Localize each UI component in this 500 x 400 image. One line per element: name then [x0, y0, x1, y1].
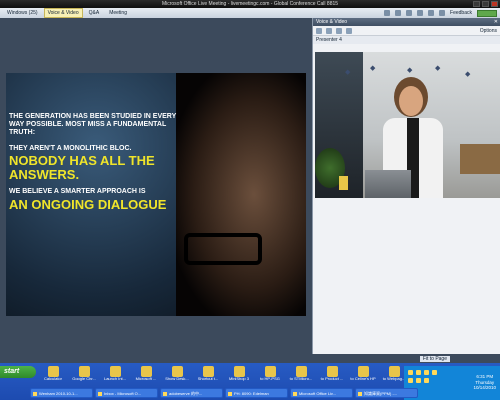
folder-icon	[357, 366, 369, 377]
folder-icon	[264, 366, 276, 377]
speaker-icon[interactable]	[326, 27, 332, 34]
laptop	[365, 170, 411, 198]
security-icon[interactable]	[424, 370, 429, 375]
shortcut-product[interactable]: to Product ...	[319, 366, 345, 381]
clock-date: 10/14/2010	[473, 385, 496, 391]
slide-highlight-1: NOBODY HAS ALL THE ANSWERS.	[9, 153, 155, 182]
shortcut-calculator[interactable]: Calculator	[40, 366, 66, 381]
slide-line-1: THE GENERATION HAS BEEN STUDIED IN EVERY…	[9, 113, 177, 137]
printer-icon[interactable]	[408, 378, 413, 383]
connection-status-bar	[477, 9, 497, 17]
folder-icon	[388, 366, 400, 377]
pen-icon[interactable]	[395, 10, 402, 16]
tab-meeting[interactable]: Meeting	[105, 8, 131, 18]
voice-video-header: Voice & Video ✕	[313, 18, 500, 26]
full-screen-icon[interactable]	[439, 10, 446, 16]
tab-voice-video[interactable]: Voice & Video	[43, 8, 83, 18]
slide-highlight-2: AN ONGOING DIALOGUE	[9, 196, 167, 212]
tab-qa[interactable]: Q&A	[85, 8, 104, 18]
network-icon[interactable]	[408, 370, 413, 375]
tray-app-icon[interactable]	[432, 370, 437, 375]
bluetooth-icon[interactable]	[416, 378, 421, 383]
zoom-select[interactable]: Fit to Page	[419, 355, 450, 362]
slide-photo-glasses	[184, 233, 262, 265]
taskbar-item[interactable]: PH: 8090: Edelman	[225, 388, 288, 398]
webcam-video: ◆ ◆ ◆ ◆ ◆	[315, 52, 500, 198]
calculator-icon	[47, 366, 59, 377]
shortcut-celines-hp[interactable]: to Celine's HP	[350, 366, 376, 381]
volume-icon[interactable]	[416, 370, 421, 375]
presenter-label: Presenter 4	[313, 36, 500, 44]
maximize-button[interactable]	[482, 1, 489, 7]
outlook-icon	[140, 366, 152, 377]
clock-time: 6:31 PM	[476, 374, 494, 379]
shortcut-chrome[interactable]: Google Chr...	[71, 366, 97, 381]
system-clock[interactable]: 6:31 PM Thursday 10/14/2010	[473, 374, 496, 391]
attendees-icon[interactable]	[406, 10, 413, 16]
folder-icon	[326, 366, 338, 377]
browser-icon	[109, 366, 121, 377]
taskbar-item[interactable]: adobeserve 的中...	[160, 388, 223, 398]
window-controls	[473, 1, 498, 7]
shortcut-shortcut[interactable]: Shortcut t...	[195, 366, 221, 381]
window-title-bar: Microsoft Office Live Meeting - livemeet…	[0, 0, 500, 8]
voice-video-title: Voice & Video	[316, 19, 348, 25]
close-button[interactable]	[491, 1, 498, 7]
slide-line-3: WE BELIEVE A SMARTER APPROACH IS	[9, 188, 146, 196]
view-controls: Fit to Page	[0, 354, 500, 363]
shortcut-hp-psg[interactable]: to HP-PSG	[257, 366, 283, 381]
options-menu[interactable]: Options	[480, 28, 497, 34]
taskbar-item[interactable]: Inbox - Microsoft O...	[95, 388, 158, 398]
desktop-icon	[171, 366, 183, 377]
handout-icon[interactable]	[417, 10, 424, 16]
chrome-icon	[78, 366, 90, 377]
shortcut-minishop[interactable]: MiniShop 3	[226, 366, 252, 381]
app-icon	[233, 366, 245, 377]
shortcut-stmicro[interactable]: to STMicro...	[288, 366, 314, 381]
shortcut-icon	[202, 366, 214, 377]
feedback-link[interactable]: Feedback	[450, 10, 472, 16]
camera-icon[interactable]	[346, 27, 352, 34]
shortcut-launch-ie[interactable]: Launch Int...	[102, 366, 128, 381]
minimize-button[interactable]	[473, 1, 480, 7]
voice-video-toolbar: Options	[313, 26, 500, 36]
tab-windows[interactable]: Windows (25)	[3, 8, 42, 18]
window-title: Microsoft Office Live Meeting - livemeet…	[161, 1, 339, 7]
shortcut-microsoft[interactable]: Microsoft ...	[133, 366, 159, 381]
taskbar-item[interactable]: Wenham 2010-10-1...	[30, 388, 93, 398]
close-icon[interactable]: ✕	[494, 18, 498, 26]
folder-icon	[295, 366, 307, 377]
update-icon[interactable]	[424, 378, 429, 383]
slide-line-2: THEY AREN'T A MONOLITHIC BLOC.	[9, 145, 132, 153]
taskbar-item[interactable]: 知識庫資(PPM) -...	[355, 388, 418, 398]
system-tray: 6:31 PM Thursday 10/14/2010	[404, 366, 500, 400]
content-stage: THE GENERATION HAS BEEN STUDIED IN EVERY…	[0, 18, 312, 354]
presentation-slide: THE GENERATION HAS BEEN STUDIED IN EVERY…	[6, 73, 306, 316]
phone-icon[interactable]	[316, 27, 322, 34]
slide-photo	[176, 73, 306, 316]
slide-text: THE GENERATION HAS BEEN STUDIED IN EVERY…	[9, 113, 184, 211]
quick-launch: Calculator Google Chr... Launch Int... M…	[40, 366, 407, 381]
lock-icon[interactable]	[384, 10, 391, 16]
microphone-icon[interactable]	[336, 27, 342, 34]
taskbar-area: Fit to Page start Calculator Google Chr.…	[0, 354, 500, 400]
start-button[interactable]: start	[0, 366, 36, 378]
voice-video-panel: Voice & Video ✕ Options Presenter 4 ◆ ◆ …	[312, 18, 500, 354]
taskbar-item[interactable]: Microsoft Office Liv...	[290, 388, 353, 398]
taskbar-buttons: Wenham 2010-10-1... Inbox - Microsoft O.…	[30, 388, 418, 398]
shortcut-show-desktop[interactable]: Show Desk...	[164, 366, 190, 381]
phone-icon[interactable]	[428, 10, 435, 16]
